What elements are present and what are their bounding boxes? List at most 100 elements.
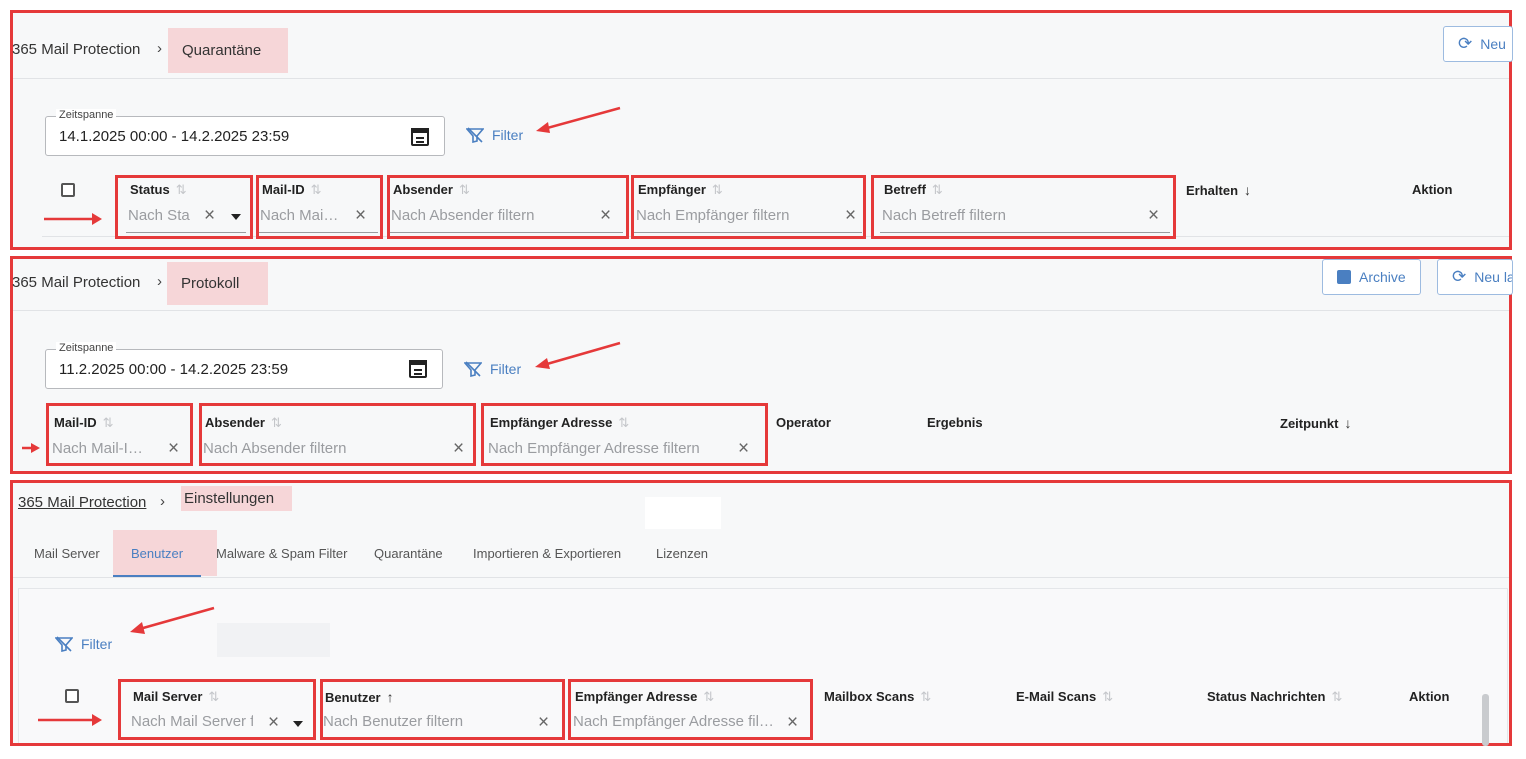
- column-header-user[interactable]: Benutzer ↑: [325, 689, 394, 705]
- column-header-mail-id[interactable]: Mail-ID ⇅: [54, 415, 114, 431]
- chevron-down-icon[interactable]: [231, 214, 241, 220]
- sort-asc-icon: ↑: [386, 689, 394, 705]
- sort-icon: ⇅: [1331, 689, 1343, 704]
- breadcrumb-parent[interactable]: 365 Mail Protection: [12, 274, 140, 291]
- tab-quarantine[interactable]: Quarantäne: [374, 546, 443, 561]
- header-divider: [12, 310, 1510, 311]
- column-header-result[interactable]: Ergebnis: [927, 415, 983, 430]
- filter-off-icon: [466, 127, 484, 143]
- tab-licenses[interactable]: Lizenzen: [656, 546, 708, 561]
- column-header-status-messages[interactable]: Status Nachrichten ⇅: [1207, 689, 1342, 705]
- annotation-arrow-icon: [38, 714, 102, 726]
- recipient-filter-underline: [634, 232, 862, 233]
- select-all-checkbox[interactable]: [61, 183, 75, 197]
- column-header-recipient[interactable]: Empfänger ⇅: [638, 182, 723, 198]
- subject-filter-input[interactable]: Nach Betreff filtern: [882, 207, 1112, 224]
- breadcrumb-separator-icon: ›: [157, 273, 162, 290]
- header-divider: [12, 78, 1510, 79]
- column-header-operator[interactable]: Operator: [776, 415, 831, 430]
- column-header-status[interactable]: Status ⇅: [130, 182, 187, 198]
- breadcrumb-current: Protokoll: [167, 262, 268, 305]
- date-range-label: Zeitspanne: [56, 342, 117, 354]
- refresh-icon: ⟳: [1458, 34, 1473, 53]
- calendar-icon[interactable]: [409, 360, 427, 378]
- calendar-icon[interactable]: [411, 128, 429, 146]
- sort-icon: ⇅: [458, 182, 470, 197]
- table-header-divider: [42, 236, 1510, 237]
- tabs-divider: [12, 577, 1510, 578]
- mail-server-filter-input[interactable]: Nach Mail Server f: [131, 713, 253, 730]
- tab-users[interactable]: Benutzer: [131, 546, 183, 561]
- recipient-filter-input[interactable]: Nach Empfänger filtern: [636, 207, 836, 224]
- chevron-down-icon[interactable]: [293, 721, 303, 727]
- column-header-action: Aktion: [1412, 182, 1453, 197]
- clear-icon[interactable]: ×: [355, 206, 366, 225]
- filter-button[interactable]: Filter: [466, 127, 523, 143]
- recipient-address-filter-input[interactable]: Nach Empfänger Adresse filtern: [488, 440, 718, 457]
- reload-label: Neu la: [1474, 269, 1513, 285]
- clear-icon[interactable]: ×: [268, 713, 279, 732]
- status-filter-input[interactable]: Nach Sta: [128, 207, 192, 224]
- filter-button[interactable]: Filter: [464, 361, 521, 377]
- column-header-subject[interactable]: Betreff ⇅: [884, 182, 943, 198]
- breadcrumb-current: Einstellungen: [181, 486, 292, 511]
- sort-icon: ⇅: [931, 182, 943, 197]
- filter-label: Filter: [81, 636, 113, 652]
- column-header-received[interactable]: Erhalten ↓: [1186, 182, 1251, 198]
- recipient-address-filter-input[interactable]: Nach Empfänger Adresse fil…: [573, 713, 778, 730]
- clear-icon[interactable]: ×: [845, 206, 856, 225]
- filter-label: Filter: [490, 361, 522, 377]
- mail-id-filter-input[interactable]: Nach Mai…: [260, 207, 344, 224]
- date-range-field[interactable]: Zeitspanne 14.1.2025 00:00 - 14.2.2025 2…: [45, 109, 445, 156]
- mail-id-filter-input[interactable]: Nach Mail-I…: [52, 440, 152, 457]
- sort-icon: ⇅: [270, 415, 282, 430]
- sender-filter-input[interactable]: Nach Absender filtern: [391, 207, 591, 224]
- archive-button[interactable]: Archive: [1322, 259, 1421, 295]
- breadcrumb-parent[interactable]: 365 Mail Protection: [12, 41, 140, 58]
- column-header-mail-id[interactable]: Mail-ID ⇅: [262, 182, 322, 198]
- column-header-mail-server[interactable]: Mail Server ⇅: [133, 689, 219, 705]
- sort-icon: ⇅: [208, 689, 220, 704]
- filter-off-icon: [464, 361, 482, 377]
- column-header-email-scans[interactable]: E-Mail Scans ⇅: [1016, 689, 1113, 705]
- column-header-recipient-address[interactable]: Empfänger Adresse ⇅: [490, 415, 629, 431]
- sender-filter-input[interactable]: Nach Absender filtern: [203, 440, 413, 457]
- status-filter-underline: [126, 232, 246, 233]
- tab-mail-server[interactable]: Mail Server: [34, 546, 100, 561]
- column-header-sender[interactable]: Absender ⇅: [393, 182, 470, 198]
- reload-button[interactable]: ⟳ Neu: [1443, 26, 1513, 62]
- select-all-checkbox[interactable]: [65, 689, 79, 703]
- tab-import-export[interactable]: Importieren & Exportieren: [473, 546, 621, 561]
- filter-off-icon: [55, 636, 73, 652]
- clear-icon[interactable]: ×: [787, 713, 798, 732]
- date-range-label: Zeitspanne: [56, 109, 117, 121]
- clear-icon[interactable]: ×: [538, 713, 549, 732]
- sender-filter-underline: [389, 232, 623, 233]
- clear-icon[interactable]: ×: [600, 206, 611, 225]
- column-header-recipient-address[interactable]: Empfänger Adresse ⇅: [575, 689, 714, 705]
- blank-overlay: [217, 623, 330, 657]
- user-filter-input[interactable]: Nach Benutzer filtern: [323, 713, 523, 730]
- clear-icon[interactable]: ×: [738, 439, 749, 458]
- column-header-action: Aktion: [1409, 689, 1450, 704]
- clear-icon[interactable]: ×: [204, 206, 215, 225]
- sort-icon: ⇅: [310, 182, 322, 197]
- sort-desc-icon: ↓: [1244, 182, 1252, 198]
- filter-button[interactable]: Filter: [55, 636, 112, 652]
- breadcrumb-parent[interactable]: 365 Mail Protection: [18, 494, 146, 511]
- vertical-scrollbar[interactable]: [1482, 694, 1489, 746]
- column-header-time[interactable]: Zeitpunkt ↓: [1280, 415, 1352, 431]
- clear-icon[interactable]: ×: [453, 439, 464, 458]
- tab-malware-spam-filter[interactable]: Malware & Spam Filter: [216, 546, 347, 561]
- sort-icon: ⇅: [920, 689, 932, 704]
- reload-button[interactable]: ⟳ Neu la: [1437, 259, 1513, 295]
- breadcrumb-current: Quarantäne: [168, 28, 288, 73]
- date-range-value: 11.2.2025 00:00 - 14.2.2025 23:59: [59, 361, 289, 378]
- clear-icon[interactable]: ×: [168, 439, 179, 458]
- clear-icon[interactable]: ×: [1148, 206, 1159, 225]
- subject-filter-underline: [880, 232, 1170, 233]
- sort-icon: ⇅: [102, 415, 114, 430]
- column-header-sender[interactable]: Absender ⇅: [205, 415, 282, 431]
- date-range-field[interactable]: Zeitspanne 11.2.2025 00:00 - 14.2.2025 2…: [45, 342, 443, 389]
- column-header-mailbox-scans[interactable]: Mailbox Scans ⇅: [824, 689, 931, 705]
